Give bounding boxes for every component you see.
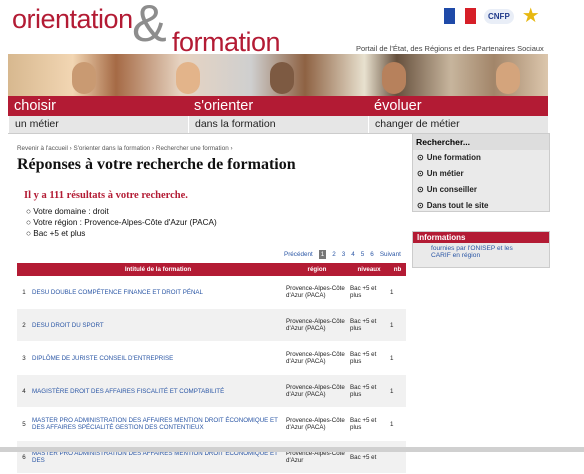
- submenu-un-metier[interactable]: un métier: [8, 116, 188, 133]
- search-criteria: ○ Votre domaine : droit ○ Votre région :…: [26, 206, 217, 239]
- main-menu: choisir s'orienter évoluer: [8, 96, 548, 116]
- search-sidebar: Rechercher... ⊙ Une formation ⊙ Un métier …: [412, 133, 550, 212]
- arrow-circle-icon: ⊙: [417, 201, 424, 210]
- sidebar-item-formation[interactable]: ⊙ Une formation: [413, 150, 549, 166]
- pager-page-5[interactable]: 5: [361, 251, 365, 258]
- submenu-dans-la-formation[interactable]: dans la formation: [188, 116, 368, 133]
- row-number: 1: [17, 276, 31, 309]
- row-level: Bac +5 et plus: [349, 341, 389, 375]
- information-box: Informations fournies par l'ONISEP et le…: [412, 231, 550, 268]
- sidebar-title: Rechercher...: [413, 134, 549, 150]
- criterion-region: ○ Votre région : Provence-Alpes-Côte d'A…: [26, 218, 217, 227]
- results-count: Il y a 111 résultats à votre recherche.: [24, 190, 188, 201]
- row-level: Bac +5 et plus: [349, 374, 389, 408]
- formation-link[interactable]: MASTER PRO ADMINISTRATION DES AFFAIRES M…: [31, 407, 285, 441]
- header-nb: nb: [389, 263, 406, 276]
- pager-page-3[interactable]: 3: [342, 251, 346, 258]
- site-tagline: Portail de l'État, des Régions et des Pa…: [356, 44, 544, 53]
- cnfp-logo: CNFP: [484, 8, 514, 24]
- logo-ampersand: &: [132, 0, 167, 53]
- site-logo[interactable]: orientation & formation: [6, 0, 346, 57]
- header-level: niveaux: [349, 263, 389, 276]
- criterion-level: ○ Bac +5 et plus: [26, 229, 86, 238]
- criterion-domain: ○ Votre domaine : droit: [26, 207, 109, 216]
- row-nb: 1: [389, 407, 406, 441]
- row-level: Bac +5 et plus: [349, 407, 389, 441]
- pager-page-1[interactable]: 1: [318, 250, 327, 259]
- formation-link[interactable]: DESU DOUBLE COMPÉTENCE FINANCE ET DROIT …: [31, 276, 285, 309]
- row-nb: 1: [389, 308, 406, 342]
- arrow-circle-icon: ⊙: [417, 169, 424, 178]
- star-logo-icon: ★: [521, 5, 540, 27]
- header-photo-banner: [8, 54, 548, 96]
- results-table: Intitulé de la formation région niveaux …: [17, 263, 406, 474]
- pager-next[interactable]: Suivant: [380, 251, 401, 258]
- formation-link[interactable]: DESU DROIT DU SPORT: [31, 308, 285, 342]
- french-flag-icon: [444, 8, 477, 24]
- menu-item-choisir[interactable]: choisir: [8, 96, 188, 116]
- row-number: 6: [17, 440, 31, 474]
- row-nb: 1: [389, 276, 406, 309]
- formation-link[interactable]: DIPLÔME DE JURISTE CONSEIL D'ENTREPRISE: [31, 341, 285, 375]
- sidebar-item-site[interactable]: ⊙ Dans tout le site: [413, 198, 549, 214]
- formation-link[interactable]: MASTER PRO ADMINISTRATION DES AFFAIRES M…: [31, 440, 285, 474]
- horizontal-scrollbar[interactable]: [0, 447, 584, 452]
- page-title: Réponses à votre recherche de formation: [17, 156, 296, 173]
- pager-previous[interactable]: Précédent: [284, 251, 313, 258]
- table-header: Intitulé de la formation région niveaux …: [17, 263, 406, 276]
- row-region: Provence-Alpes-Côte d'Azur (PACA): [285, 276, 349, 309]
- breadcrumb[interactable]: Revenir à l'accueil › S'orienter dans la…: [17, 145, 233, 152]
- arrow-circle-icon: ⊙: [417, 153, 424, 162]
- header-title: Intitulé de la formation: [31, 263, 285, 276]
- row-region: Provence-Alpes-Côte d'Azur (PACA): [285, 308, 349, 342]
- pager-page-6[interactable]: 6: [370, 251, 374, 258]
- row-number: 5: [17, 407, 31, 441]
- row-nb: 1: [389, 374, 406, 408]
- menu-item-evoluer[interactable]: évoluer: [368, 96, 548, 116]
- table-row: 6 MASTER PRO ADMINISTRATION DES AFFAIRES…: [17, 440, 406, 474]
- sub-menu: un métier dans la formation changer de m…: [8, 116, 548, 134]
- info-text[interactable]: fournies par l'ONISEP et les CARIF en ré…: [413, 243, 549, 261]
- row-region: Provence-Alpes-Côte d'Azur (PACA): [285, 374, 349, 408]
- partner-logos: CNFP ★: [444, 6, 540, 26]
- header-number: [17, 263, 31, 276]
- pager-page-2[interactable]: 2: [332, 251, 336, 258]
- formation-link[interactable]: MAGISTÈRE DROIT DES AFFAIRES FISCALITÉ E…: [31, 374, 285, 408]
- menu-item-sorienter[interactable]: s'orienter: [188, 96, 368, 116]
- row-number: 3: [17, 341, 31, 375]
- row-level: Bac +5 et plus: [349, 308, 389, 342]
- table-row: 5 MASTER PRO ADMINISTRATION DES AFFAIRES…: [17, 407, 406, 441]
- row-nb: [389, 440, 406, 474]
- pager-page-4[interactable]: 4: [351, 251, 355, 258]
- row-number: 4: [17, 374, 31, 408]
- row-region: Provence-Alpes-Côte d'Azur: [285, 440, 349, 474]
- sidebar-item-conseiller[interactable]: ⊙ Un conseiller: [413, 182, 549, 198]
- table-row: 4 MAGISTÈRE DROIT DES AFFAIRES FISCALITÉ…: [17, 374, 406, 408]
- logo-word-orientation: orientation: [12, 4, 133, 34]
- submenu-changer-de-metier[interactable]: changer de métier: [368, 116, 548, 133]
- table-row: 1 DESU DOUBLE COMPÉTENCE FINANCE ET DROI…: [17, 276, 406, 309]
- sidebar-item-metier[interactable]: ⊙ Un métier: [413, 166, 549, 182]
- row-level: Bac +5 et plus: [349, 276, 389, 309]
- table-row: 2 DESU DROIT DU SPORT Provence-Alpes-Côt…: [17, 308, 406, 342]
- row-level: Bac +5 et: [349, 440, 389, 474]
- header-region: région: [285, 263, 349, 276]
- info-title: Informations: [413, 232, 549, 243]
- table-row: 3 DIPLÔME DE JURISTE CONSEIL D'ENTREPRIS…: [17, 341, 406, 375]
- arrow-circle-icon: ⊙: [417, 185, 424, 194]
- row-region: Provence-Alpes-Côte d'Azur (PACA): [285, 407, 349, 441]
- row-nb: 1: [389, 341, 406, 375]
- row-region: Provence-Alpes-Côte d'Azur (PACA): [285, 341, 349, 375]
- row-number: 2: [17, 308, 31, 342]
- pagination: Précédent 1 2 3 4 5 6 Suivant: [284, 250, 401, 259]
